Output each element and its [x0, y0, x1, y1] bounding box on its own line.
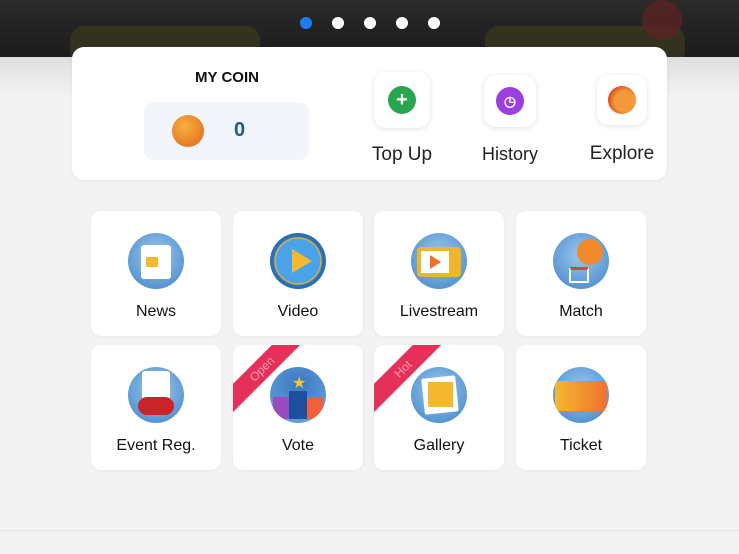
- top-up-button[interactable]: + Top Up: [362, 72, 442, 166]
- history-button[interactable]: ◷ History: [470, 75, 550, 165]
- menu-event-reg[interactable]: Event Reg.: [91, 345, 221, 470]
- top-up-label: Top Up: [371, 144, 433, 165]
- clock-icon: ◷: [496, 87, 524, 115]
- coin-icon: [172, 115, 204, 147]
- podium-star-icon: ★: [270, 367, 326, 423]
- menu-label: Vote: [281, 437, 315, 454]
- carousel-dot[interactable]: [332, 17, 344, 29]
- carousel-dot[interactable]: [396, 17, 408, 29]
- explore-label: Explore: [589, 143, 655, 164]
- menu-label: Video: [277, 303, 319, 320]
- basketball-hoop-icon: [553, 233, 609, 289]
- menu-vote[interactable]: ★ Open Vote: [233, 345, 363, 470]
- menu-ticket[interactable]: Ticket: [516, 345, 646, 470]
- coin-balance: 0: [234, 119, 246, 141]
- carousel-indicator: [300, 17, 440, 29]
- coin-balance-box[interactable]: 0: [144, 102, 309, 160]
- divider: [0, 530, 739, 531]
- menu-match[interactable]: Match: [516, 211, 646, 336]
- carousel-dot[interactable]: [364, 17, 376, 29]
- menu-video[interactable]: Video: [233, 211, 363, 336]
- explore-button[interactable]: Explore: [577, 75, 667, 165]
- menu-label: Event Reg.: [116, 437, 196, 454]
- banner-image-ball: [642, 0, 682, 40]
- plus-circle-icon: +: [388, 86, 416, 114]
- tv-icon: [411, 233, 467, 289]
- play-icon: [270, 233, 326, 289]
- menu-label: Gallery: [413, 437, 465, 454]
- menu-label: News: [135, 303, 176, 320]
- carousel-dot[interactable]: [300, 17, 312, 29]
- carousel-dot[interactable]: [428, 17, 440, 29]
- whistle-icon: [128, 367, 184, 423]
- history-label: History: [481, 144, 538, 164]
- menu-livestream[interactable]: Livestream: [374, 211, 504, 336]
- menu-label: Livestream: [399, 303, 479, 320]
- photos-icon: [411, 367, 467, 423]
- coin-card: MY COIN 0 + Top Up ◷ History Explore: [72, 47, 667, 180]
- menu-label: Ticket: [559, 437, 603, 454]
- menu-news[interactable]: News: [91, 211, 221, 336]
- flaming-basketball-icon: [608, 86, 636, 114]
- coin-title: MY COIN: [195, 69, 259, 86]
- menu-gallery[interactable]: Hot Gallery: [374, 345, 504, 470]
- newspaper-icon: [128, 233, 184, 289]
- menu-label: Match: [559, 303, 603, 320]
- ticket-icon: [553, 367, 609, 423]
